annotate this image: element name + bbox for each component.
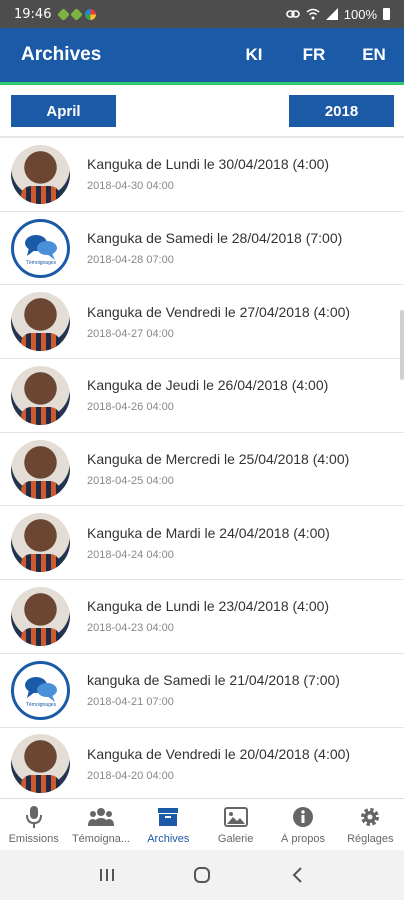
avatar — [11, 734, 70, 794]
status-right: 100% — [285, 6, 390, 22]
page-title: Archives — [21, 44, 102, 65]
signal-icon — [325, 8, 338, 20]
list-item-title: Kanguka de Vendredi le 27/04/2018 (4:00) — [87, 303, 351, 320]
notification-icons — [57, 7, 97, 21]
battery-percent: 100% — [343, 6, 377, 22]
gear-icon — [359, 805, 381, 829]
list-item-date: 2018-04-30 04:00 — [87, 180, 174, 193]
home-button[interactable] — [182, 860, 222, 890]
year-selector-button[interactable]: 2018 — [289, 95, 394, 127]
avatar — [11, 586, 70, 646]
list-item-date: 2018-04-28 07:00 — [87, 254, 174, 267]
avatar — [11, 292, 70, 352]
list-item[interactable]: Kanguka de Mardi le 24/04/2018 (4:00) 20… — [0, 506, 404, 581]
testimony-icon: Témoignages — [11, 218, 70, 278]
nav-label: Emissions — [8, 833, 59, 845]
list-item-title: Kanguka de Lundi le 30/04/2018 (4:00) — [87, 156, 330, 173]
recent-apps-icon — [100, 869, 115, 881]
app-bar: Archives KI FR EN — [0, 28, 404, 82]
list-item-title: Kanguka de Vendredi le 20/04/2018 (4:00) — [87, 745, 351, 762]
language-ki-button[interactable]: KI — [224, 45, 284, 65]
language-fr-button[interactable]: FR — [284, 45, 344, 65]
archive-list[interactable]: Kanguka de Lundi le 30/04/2018 (4:00) 20… — [0, 138, 404, 798]
wifi-icon — [306, 8, 320, 20]
list-item-date: 2018-04-25 04:00 — [87, 475, 174, 488]
link-icon — [285, 10, 300, 18]
notification-icon — [70, 7, 84, 21]
battery-icon — [383, 8, 390, 20]
list-item-title: Kanguka de Mercredi le 25/04/2018 (4:00) — [87, 451, 350, 468]
avatar — [11, 513, 70, 573]
list-item[interactable]: Kanguka de Lundi le 23/04/2018 (4:00) 20… — [0, 580, 404, 654]
list-item-date: 2018-04-27 04:00 — [87, 327, 174, 340]
nav-galerie[interactable]: Galerie — [202, 799, 269, 850]
nav-temoignages[interactable]: Témoigna... — [67, 799, 134, 850]
list-item[interactable]: Kanguka de Mercredi le 25/04/2018 (4:00)… — [0, 433, 404, 507]
list-item-title: Kanguka de Jeudi le 26/04/2018 (4:00) — [87, 377, 329, 394]
list-item-title: Kanguka de Lundi le 23/04/2018 (4:00) — [87, 598, 330, 615]
language-en-button[interactable]: EN — [344, 45, 404, 65]
list-item-date: 2018-04-23 04:00 — [87, 622, 174, 635]
list-item-title: kanguka de Samedi le 21/04/2018 (7:00) — [87, 672, 340, 689]
testimony-icon: Témoignages — [11, 660, 70, 720]
language-switcher: KI FR EN — [224, 45, 404, 65]
filter-bar: April 2018 — [0, 85, 404, 137]
list-item[interactable]: Kanguka de Jeudi le 26/04/2018 (4:00) 20… — [0, 359, 404, 433]
bottom-navigation: Emissions Témoigna... Archives Galerie À… — [0, 798, 404, 850]
people-icon — [87, 805, 114, 829]
image-icon — [223, 805, 248, 829]
list-item-date: 2018-04-24 04:00 — [87, 548, 174, 561]
back-icon — [292, 867, 302, 883]
info-icon — [292, 805, 314, 829]
avatar — [11, 439, 70, 499]
avatar — [11, 365, 70, 425]
status-time: 19:46 — [14, 6, 52, 22]
recent-apps-button[interactable] — [87, 860, 127, 890]
list-item[interactable]: Kanguka de Vendredi le 27/04/2018 (4:00)… — [0, 285, 404, 360]
nav-label: Réglages — [347, 833, 394, 845]
microphone-icon — [25, 805, 43, 829]
avatar — [11, 144, 70, 204]
archive-icon — [157, 805, 179, 829]
back-button[interactable] — [277, 860, 317, 890]
system-navigation-bar — [0, 850, 404, 900]
notification-icon — [85, 8, 97, 20]
status-bar: 19:46 100% — [0, 0, 404, 28]
nav-label: Galerie — [217, 833, 254, 845]
list-item-date: 2018-04-21 07:00 — [87, 696, 174, 709]
list-item[interactable]: Kanguka de Vendredi le 20/04/2018 (4:00)… — [0, 728, 404, 799]
nav-emissions[interactable]: Emissions — [0, 799, 67, 850]
list-item-title: Kanguka de Samedi le 28/04/2018 (7:00) — [87, 230, 343, 247]
list-item-date: 2018-04-20 04:00 — [87, 769, 174, 782]
list-item[interactable]: Témoignages kanguka de Samedi le 21/04/2… — [0, 654, 404, 728]
nav-reglages[interactable]: Réglages — [337, 799, 404, 850]
notification-icon — [57, 7, 71, 21]
nav-label: Archives — [147, 833, 190, 845]
list-item-title: Kanguka de Mardi le 24/04/2018 (4:00) — [87, 524, 330, 541]
list-item[interactable]: Kanguka de Lundi le 30/04/2018 (4:00) 20… — [0, 138, 404, 212]
svg-text:Témoignages: Témoignages — [25, 260, 56, 265]
list-item-date: 2018-04-26 04:00 — [87, 401, 174, 414]
nav-archives[interactable]: Archives — [135, 799, 202, 850]
svg-text:Témoignages: Témoignages — [25, 702, 56, 707]
nav-label: À propos — [280, 833, 325, 845]
list-item[interactable]: Témoignages Kanguka de Samedi le 28/04/2… — [0, 212, 404, 286]
scrollbar[interactable] — [400, 310, 404, 380]
nav-label: Témoigna... — [71, 833, 131, 845]
nav-a-propos[interactable]: À propos — [269, 799, 336, 850]
month-selector-button[interactable]: April — [11, 95, 116, 127]
home-icon — [193, 867, 210, 883]
